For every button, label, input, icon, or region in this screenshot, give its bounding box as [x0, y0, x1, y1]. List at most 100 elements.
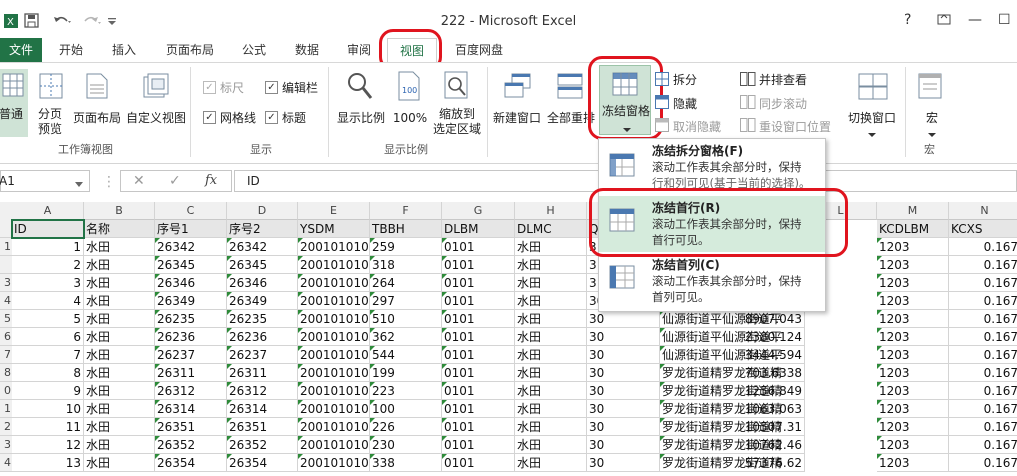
table-cell[interactable]: 362: [370, 328, 442, 346]
table-cell[interactable]: 510: [370, 310, 442, 328]
table-cell[interactable]: 11: [12, 418, 84, 436]
help-button[interactable]: ?: [904, 12, 911, 28]
table-cell[interactable]: 水田: [84, 418, 155, 436]
table-cell[interactable]: 9: [12, 382, 84, 400]
table-cell[interactable]: 26236: [155, 328, 227, 346]
table-cell[interactable]: 318: [370, 256, 442, 274]
tab-formulas[interactable]: 公式: [233, 38, 275, 62]
table-cell[interactable]: 1203: [877, 364, 949, 382]
header-cell[interactable]: KCXS: [949, 220, 1017, 238]
row-header[interactable]: 7: [0, 346, 12, 364]
table-cell[interactable]: 水田: [515, 418, 587, 436]
table-cell[interactable]: 1203: [877, 274, 949, 292]
gridlines-checkbox[interactable]: ✓: [203, 111, 216, 124]
table-cell[interactable]: 2001010100: [298, 418, 370, 436]
formula-bar-checkbox[interactable]: ✓: [265, 81, 278, 94]
table-cell[interactable]: 0101: [442, 454, 515, 472]
table-cell[interactable]: 0.167: [949, 328, 1017, 346]
table-cell[interactable]: 12: [12, 436, 84, 454]
table-cell[interactable]: 水田: [84, 274, 155, 292]
table-cell[interactable]: 0.167: [949, 274, 1017, 292]
menu-item-freeze-panes[interactable]: 冻结拆分窗格(F) 滚动工作表其余部分时，保持 行和列可见(基于当前的选择)。: [599, 139, 825, 195]
row-header[interactable]: 6: [0, 328, 12, 346]
table-cell[interactable]: 水田: [84, 310, 155, 328]
table-cell[interactable]: 1203: [877, 292, 949, 310]
table-cell[interactable]: 30: [587, 310, 660, 328]
table-cell[interactable]: 30: [587, 454, 660, 472]
table-cell[interactable]: 水田: [515, 400, 587, 418]
chevron-down-icon[interactable]: [75, 177, 83, 191]
table-cell[interactable]: 0101: [442, 418, 515, 436]
table-cell[interactable]: 26346: [227, 274, 298, 292]
switch-windows-button[interactable]: 切换窗口: [844, 69, 900, 139]
restore-button[interactable]: ☐: [998, 12, 1011, 28]
row-header[interactable]: [0, 256, 12, 274]
row-header[interactable]: 5: [0, 310, 12, 328]
table-cell[interactable]: 10507.31: [733, 418, 805, 436]
table-cell[interactable]: 2001010100: [298, 310, 370, 328]
table-cell[interactable]: 2: [12, 256, 84, 274]
table-cell[interactable]: 8907.043: [733, 310, 805, 328]
table-cell[interactable]: 199: [370, 364, 442, 382]
row-header[interactable]: 3: [0, 274, 12, 292]
column-header[interactable]: A: [12, 202, 84, 220]
table-cell[interactable]: 26342: [155, 238, 227, 256]
table-cell[interactable]: 57376.62: [733, 454, 805, 472]
table-cell[interactable]: 26237: [155, 346, 227, 364]
row-header[interactable]: 4: [0, 454, 12, 472]
header-cell[interactable]: 序号2: [227, 220, 298, 238]
tab-data[interactable]: 数据: [286, 38, 328, 62]
column-header[interactable]: D: [227, 202, 298, 220]
table-cell[interactable]: 1203: [877, 418, 949, 436]
table-cell[interactable]: 水田: [515, 328, 587, 346]
table-cell[interactable]: 4: [12, 292, 84, 310]
table-cell[interactable]: 26311: [227, 364, 298, 382]
table-cell[interactable]: 0101: [442, 346, 515, 364]
table-cell[interactable]: 0101: [442, 238, 515, 256]
table-cell[interactable]: 30: [587, 346, 660, 364]
table-cell[interactable]: 0101: [442, 364, 515, 382]
headings-checkbox[interactable]: ✓: [265, 111, 278, 124]
table-cell[interactable]: 水田: [515, 454, 587, 472]
unhide-button[interactable]: 取消隐藏: [673, 118, 721, 135]
table-cell[interactable]: 26235: [155, 310, 227, 328]
table-cell[interactable]: 30: [587, 418, 660, 436]
table-cell[interactable]: 1063.063: [733, 400, 805, 418]
custom-views-button[interactable]: 自定义视图: [125, 69, 187, 139]
tab-home[interactable]: 开始: [50, 38, 92, 62]
hide-button[interactable]: 隐藏: [673, 95, 697, 112]
row-header[interactable]: 8: [0, 364, 12, 382]
table-cell[interactable]: 2001010100: [298, 238, 370, 256]
header-cell[interactable]: DLMC: [515, 220, 587, 238]
table-cell[interactable]: 703.6338: [733, 364, 805, 382]
table-cell[interactable]: 0.167: [949, 454, 1017, 472]
header-cell[interactable]: DLBM: [442, 220, 515, 238]
table-cell[interactable]: 10: [12, 400, 84, 418]
table-cell[interactable]: 1203: [877, 328, 949, 346]
table-cell[interactable]: 水田: [84, 436, 155, 454]
table-cell[interactable]: 338: [370, 454, 442, 472]
table-cell[interactable]: 26312: [227, 382, 298, 400]
table-cell[interactable]: 26342: [227, 238, 298, 256]
table-cell[interactable]: 26237: [227, 346, 298, 364]
header-cell[interactable]: 序号1: [155, 220, 227, 238]
table-cell[interactable]: 2001010100: [298, 382, 370, 400]
table-cell[interactable]: 0101: [442, 310, 515, 328]
table-cell[interactable]: 0101: [442, 292, 515, 310]
table-cell[interactable]: 226: [370, 418, 442, 436]
split-button[interactable]: 拆分: [673, 71, 697, 88]
header-cell[interactable]: TBBH: [370, 220, 442, 238]
table-cell[interactable]: 2001010100: [298, 274, 370, 292]
table-cell[interactable]: 0.167: [949, 436, 1017, 454]
table-cell[interactable]: 水田: [515, 274, 587, 292]
tab-insert[interactable]: 插入: [103, 38, 145, 62]
table-cell[interactable]: 水田: [84, 454, 155, 472]
header-cell[interactable]: YSDM: [298, 220, 370, 238]
table-cell[interactable]: 26346: [155, 274, 227, 292]
table-cell[interactable]: 水田: [84, 364, 155, 382]
table-cell[interactable]: 30: [587, 364, 660, 382]
table-cell[interactable]: 26351: [227, 418, 298, 436]
table-cell[interactable]: 水田: [84, 256, 155, 274]
column-header[interactable]: H: [515, 202, 587, 220]
table-cell[interactable]: 水田: [84, 328, 155, 346]
